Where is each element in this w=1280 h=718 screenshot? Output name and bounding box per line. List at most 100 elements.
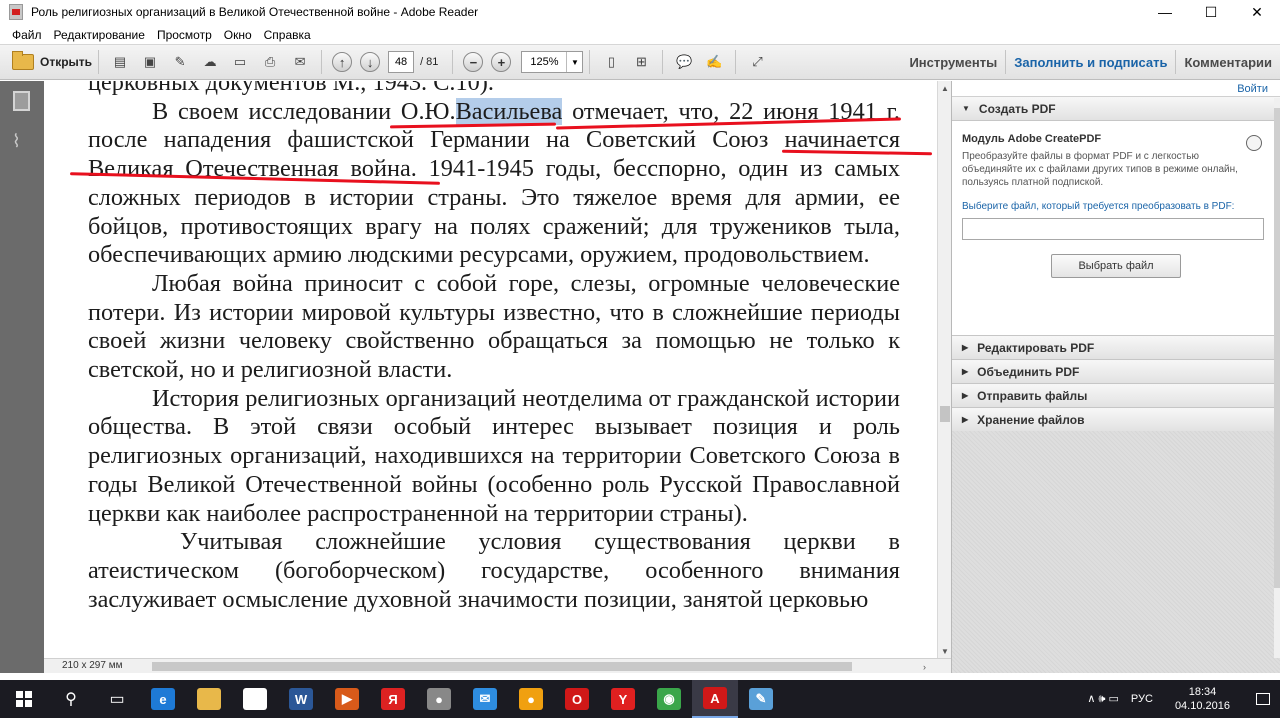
comments-pane-button[interactable]: Комментарии	[1176, 45, 1280, 79]
taskbar-app-word[interactable]: W	[278, 680, 324, 718]
comment-icon[interactable]: 💬	[673, 51, 695, 73]
tools-pane-scrollbar[interactable]	[1274, 98, 1280, 658]
tools-pane-empty-area	[952, 431, 1280, 673]
toolbar-separator	[98, 50, 100, 74]
scroll-right-icon[interactable]: ›	[923, 662, 926, 672]
taskbar-app-ball[interactable]: ●	[508, 680, 554, 718]
fit-width-icon[interactable]: ⊞	[630, 51, 652, 73]
tools-pane-scroll-thumb[interactable]	[1274, 108, 1280, 588]
language-indicator[interactable]: РУС	[1125, 693, 1159, 705]
section-send-files[interactable]: ▶ Отправить файлы	[952, 384, 1280, 408]
doc-line-top: церковных документов М., 1943. С.10).	[88, 81, 494, 96]
zoom-select[interactable]: 125% ▼	[521, 51, 584, 73]
toolbar-separator	[735, 50, 737, 74]
zoom-out-button[interactable]: −	[463, 52, 484, 72]
toolbar-separator	[452, 50, 454, 74]
previous-page-button[interactable]: ↑	[332, 52, 353, 72]
explorer-icon	[197, 688, 221, 710]
start-button[interactable]	[0, 680, 48, 718]
page-number-input[interactable]: 48	[388, 51, 415, 73]
section-create-pdf-label: Создать PDF	[978, 101, 1056, 116]
notifications-button[interactable]	[1246, 680, 1280, 718]
taskbar-app-acrobat[interactable]: A	[692, 680, 738, 718]
status-bar: 210 x 297 мм ›	[44, 658, 951, 673]
choose-file-label: Выберите файл, который требуется преобра…	[962, 201, 1235, 212]
help-icon[interactable]	[1246, 135, 1262, 151]
collapsed-arrow-icon: ▶	[962, 391, 969, 400]
taskbar-app-chrome[interactable]: ◉	[646, 680, 692, 718]
open-button[interactable]: Открыть	[12, 51, 93, 70]
print-icon[interactable]: ⎙	[259, 51, 281, 73]
horizontal-scroll-thumb[interactable]	[152, 662, 852, 671]
maximize-button[interactable]: ☐	[1188, 0, 1234, 24]
task-view-icon: ▭	[109, 691, 125, 708]
scroll-down-icon[interactable]: ▼	[938, 644, 952, 658]
fit-page-icon[interactable]: ▯	[600, 51, 622, 73]
close-button[interactable]: ✕	[1234, 0, 1280, 24]
scroll-up-icon[interactable]: ▲	[938, 81, 952, 95]
menu-file[interactable]: Файл	[0, 28, 48, 42]
taskbar-app-yandex-browser[interactable]: Y	[600, 680, 646, 718]
next-page-button[interactable]: ↓	[360, 52, 381, 72]
menu-window[interactable]: Окно	[218, 28, 258, 42]
taskbar-app-edge[interactable]: e	[140, 680, 186, 718]
expand-icon[interactable]: ⤢	[746, 51, 768, 73]
yandex-browser-icon: Y	[611, 688, 635, 710]
system-tray: ∧ 🕪 ▭ РУС 18:34 04.10.2016	[1081, 680, 1280, 718]
toolbar: Открыть ▤ ▣ ✎ ☁ ▭ ⎙ ✉ ↑ ↓ 48 / 81 − + 12…	[0, 44, 1280, 80]
create-pdf-body: Модуль Adobe CreatePDF Преобразуйте файл…	[952, 121, 1280, 336]
taskbar-apps: e W ▶ Я ● ✉ ● O Y ◉ A ✎	[140, 680, 784, 718]
taskbar-app-mail[interactable]: ✉	[462, 680, 508, 718]
taskbar-app-yandex[interactable]: Я	[370, 680, 416, 718]
section-edit-pdf[interactable]: ▶ Редактировать PDF	[952, 336, 1280, 360]
taskbar-app-media[interactable]: ▶	[324, 680, 370, 718]
taskbar-app-store[interactable]	[232, 680, 278, 718]
media-icon: ▶	[335, 688, 359, 710]
clock[interactable]: 18:34 04.10.2016	[1159, 685, 1246, 713]
scroll-thumb[interactable]	[940, 406, 950, 422]
zoom-value: 125%	[530, 56, 559, 68]
menu-help[interactable]: Справка	[258, 28, 317, 42]
minimize-button[interactable]: —	[1142, 0, 1188, 24]
document-view[interactable]: церковных документов М., 1943. С.10). В …	[44, 81, 937, 658]
zoom-in-button[interactable]: +	[491, 52, 512, 72]
section-create-pdf[interactable]: ▼ Создать PDF	[952, 97, 1280, 121]
file-path-input[interactable]	[962, 218, 1264, 240]
clock-time: 18:34	[1188, 686, 1217, 698]
clock-date: 04.10.2016	[1174, 700, 1230, 712]
task-view-button[interactable]: ▭	[94, 680, 140, 718]
taskbar-app-app-circle[interactable]: ●	[416, 680, 462, 718]
vertical-scrollbar[interactable]: ▲ ▼	[937, 81, 951, 658]
save-icon[interactable]: ▭	[229, 51, 251, 73]
cloud-upload-icon[interactable]: ☁	[199, 51, 221, 73]
attachments-icon[interactable]: ⌇	[12, 131, 32, 151]
login-link[interactable]: Войти	[952, 81, 1280, 97]
adobe-reader-window: Роль религиозных организаций в Великой О…	[0, 0, 1280, 718]
toolbar-separator	[662, 50, 664, 74]
taskbar-app-paint[interactable]: ✎	[738, 680, 784, 718]
menu-view[interactable]: Просмотр	[151, 28, 218, 42]
horizontal-scrollbar[interactable]: ›	[144, 662, 926, 672]
fill-sign-pane-button[interactable]: Заполнить и подписать	[1006, 45, 1175, 79]
section-store-files[interactable]: ▶ Хранение файлов	[952, 408, 1280, 432]
sign-icon[interactable]: ✍	[703, 51, 725, 73]
open-label: Открыть	[40, 55, 93, 69]
edit-document-icon[interactable]: ✎	[169, 51, 191, 73]
section-combine-pdf-label: Объединить PDF	[977, 364, 1080, 379]
section-combine-pdf[interactable]: ▶ Объединить PDF	[952, 360, 1280, 384]
combine-pdf-icon[interactable]: ▣	[139, 51, 161, 73]
expanded-arrow-icon: ▼	[962, 104, 970, 113]
word-icon: W	[289, 688, 313, 710]
toolbar-separator	[589, 50, 591, 74]
choose-file-button[interactable]: Выбрать файл	[1051, 254, 1181, 278]
tray-icons[interactable]: ∧ 🕪 ▭	[1081, 692, 1125, 706]
menu-edit[interactable]: Редактирование	[48, 28, 151, 42]
page-thumbnails-icon[interactable]	[13, 91, 30, 111]
taskbar-app-opera[interactable]: O	[554, 680, 600, 718]
email-icon[interactable]: ✉	[289, 51, 311, 73]
tools-pane-button[interactable]: Инструменты	[901, 45, 1005, 79]
taskbar-app-explorer[interactable]	[186, 680, 232, 718]
acrobat-app-icon	[9, 4, 23, 20]
create-pdf-icon[interactable]: ▤	[109, 51, 131, 73]
search-button[interactable]: ⚲	[48, 680, 94, 718]
